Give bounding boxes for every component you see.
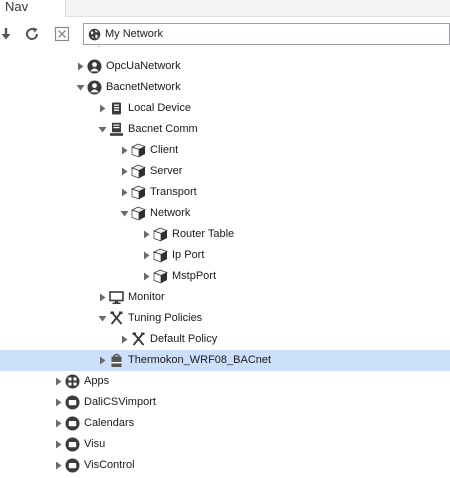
tree-row-server[interactable]: Server <box>0 161 450 182</box>
tree-row-label: Tuning Policies <box>128 312 203 324</box>
component-icon <box>153 227 168 242</box>
component-icon <box>153 248 168 263</box>
tree-row-tuning-policies[interactable]: Tuning Policies <box>0 308 450 329</box>
tree-row-label: Monitor <box>128 291 165 303</box>
collapsed-arrow-icon[interactable] <box>98 104 107 113</box>
tree-row-local-device[interactable]: Local Device <box>0 98 450 119</box>
component-icon <box>131 185 146 200</box>
network-icon <box>87 80 102 95</box>
collapsed-arrow-icon[interactable] <box>142 230 151 239</box>
tree-row-default-policy[interactable]: Default Policy <box>0 329 450 350</box>
tree-row-viscontrol[interactable]: VisControl <box>0 455 450 476</box>
collapsed-arrow-icon[interactable] <box>142 272 151 281</box>
tree-row-dalicsvimport[interactable]: DaliCSVimport <box>0 392 450 413</box>
component-icon <box>153 269 168 284</box>
scrolled-tree-fragment <box>94 46 104 50</box>
tree-row-router-table[interactable]: Router Table <box>0 224 450 245</box>
collapsed-arrow-icon[interactable] <box>120 335 129 344</box>
down-arrow-icon[interactable] <box>0 25 15 43</box>
tree-row-label: Local Device <box>128 102 191 114</box>
tree-row-label: VisControl <box>84 459 135 471</box>
ord-value: My Network <box>105 28 164 40</box>
tree-row-visu[interactable]: Visu <box>0 434 450 455</box>
tree-row-thermokon-wrf08-bacnet[interactable]: Thermokon_WRF08_BACnet <box>0 350 450 371</box>
expanded-arrow-icon[interactable] <box>98 314 107 323</box>
tree-row-label: Router Table <box>172 228 235 240</box>
tree-row-mstpport[interactable]: MstpPort <box>0 266 450 287</box>
collapsed-arrow-icon[interactable] <box>54 419 63 428</box>
tab-nav[interactable]: Nav <box>0 0 66 17</box>
apps-icon <box>65 374 80 389</box>
nav-tree: OpcUaNetwork BacnetNetwork Local Device Bac… <box>0 46 450 478</box>
tree-row-label: Thermokon_WRF08_BACnet <box>128 354 272 366</box>
component-icon <box>131 143 146 158</box>
tree-row-bacnetnetwork[interactable]: BacnetNetwork <box>0 77 450 98</box>
tree-row-label: Default Policy <box>150 333 218 345</box>
ord-input[interactable]: My Network <box>83 23 450 45</box>
expanded-arrow-icon[interactable] <box>120 209 129 218</box>
monitor-icon <box>109 290 124 305</box>
tree-row-label: OpcUaNetwork <box>106 60 181 72</box>
nav-tabstrip: Nav <box>0 0 450 17</box>
tree-row-label: BacnetNetwork <box>106 81 181 93</box>
tree-row-opcuanetwork[interactable]: OpcUaNetwork <box>0 56 450 77</box>
tree-row-calendars[interactable]: Calendars <box>0 413 450 434</box>
tree-row-label: Network <box>150 207 191 219</box>
nav-toolbar: My Network <box>0 22 450 46</box>
bacnet-device-icon <box>109 353 124 368</box>
folder-icon <box>65 395 80 410</box>
collapsed-arrow-icon[interactable] <box>142 251 151 260</box>
tree-row-label: Bacnet Comm <box>128 123 198 135</box>
comm-icon <box>109 122 124 137</box>
tree-row-label: Calendars <box>84 417 135 429</box>
collapsed-arrow-icon[interactable] <box>98 293 107 302</box>
tree-row-label: Visu <box>84 438 106 450</box>
tree-row-label: DaliCSVimport <box>84 396 156 408</box>
folder-icon <box>65 437 80 452</box>
collapsed-arrow-icon[interactable] <box>98 356 107 365</box>
tree-row-label: Ip Port <box>172 249 205 261</box>
tree-row-apps[interactable]: Apps <box>0 371 450 392</box>
globe-icon <box>88 28 101 40</box>
close-icon[interactable] <box>53 25 71 43</box>
tree-row-bacnet-comm[interactable]: Bacnet Comm <box>0 119 450 140</box>
tree-row-label: MstpPort <box>172 270 217 282</box>
expanded-arrow-icon[interactable] <box>98 125 107 134</box>
tree-row-label: Transport <box>150 186 197 198</box>
tree-row-ip-port[interactable]: Ip Port <box>0 245 450 266</box>
device-icon <box>109 101 124 116</box>
expanded-arrow-icon[interactable] <box>76 83 85 92</box>
collapsed-arrow-icon[interactable] <box>54 440 63 449</box>
collapsed-arrow-icon[interactable] <box>54 461 63 470</box>
collapsed-arrow-icon[interactable] <box>54 398 63 407</box>
tree-row-transport[interactable]: Transport <box>0 182 450 203</box>
tree-row-label: Server <box>150 165 183 177</box>
collapsed-arrow-icon[interactable] <box>54 377 63 386</box>
collapsed-arrow-icon[interactable] <box>76 62 85 71</box>
tools-icon <box>109 311 124 326</box>
folder-icon <box>65 458 80 473</box>
tree-row-client[interactable]: Client <box>0 140 450 161</box>
collapsed-arrow-icon[interactable] <box>120 188 129 197</box>
component-icon <box>131 206 146 221</box>
collapsed-arrow-icon[interactable] <box>120 146 129 155</box>
tree-row-network[interactable]: Network <box>0 203 450 224</box>
tree-row-label: Apps <box>84 375 110 387</box>
network-icon <box>87 59 102 74</box>
collapsed-arrow-icon[interactable] <box>120 167 129 176</box>
tree-row-monitor[interactable]: Monitor <box>0 287 450 308</box>
folder-icon <box>65 416 80 431</box>
refresh-icon[interactable] <box>23 25 41 43</box>
tools-icon <box>131 332 146 347</box>
component-icon <box>131 164 146 179</box>
tree-row-label: Client <box>150 144 179 156</box>
